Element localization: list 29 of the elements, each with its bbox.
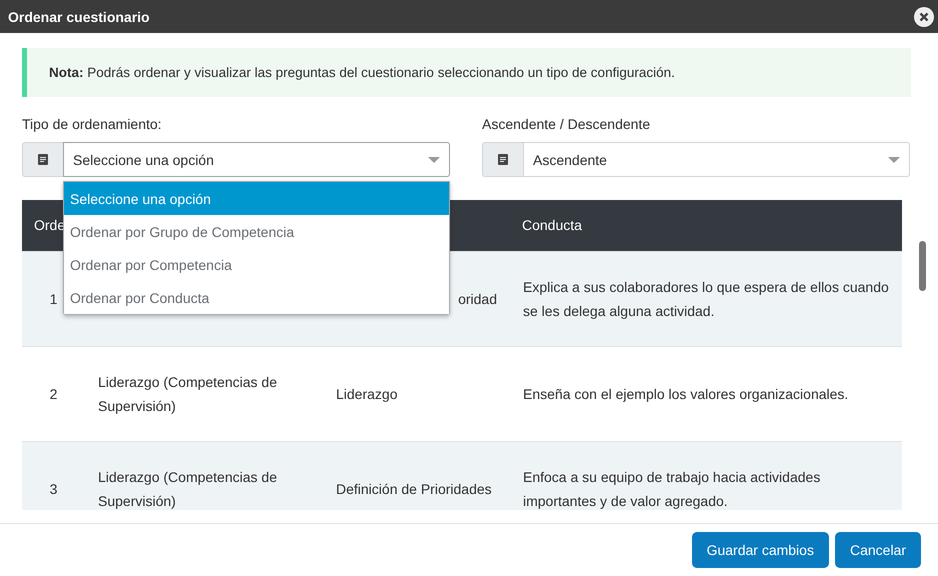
table-cell: Liderazgo bbox=[323, 346, 510, 441]
close-button[interactable] bbox=[914, 6, 934, 26]
dropdown-option[interactable]: Seleccione una opción bbox=[64, 182, 449, 215]
document-icon bbox=[38, 154, 48, 165]
table-cell: Liderazgo (Competencias de Supervisión) bbox=[85, 441, 323, 510]
table-cell: Enseña con el ejemplo los valores organizacionales. bbox=[510, 346, 902, 441]
dropdown-option[interactable]: Ordenar por Grupo de Competencia bbox=[64, 215, 449, 248]
document-icon bbox=[498, 154, 508, 165]
table-cell: Definición de Prioridades bbox=[323, 441, 510, 510]
select-field[interactable]: Seleccione una opción bbox=[63, 142, 450, 177]
scrollbar-thumb[interactable] bbox=[919, 241, 926, 291]
table-cell: Explica a sus colaboradores lo que espera de ellos cuando se les delega alguna actividad. bbox=[510, 251, 902, 346]
note-text: Nota: Podrás ordenar y visualizar las preguntas del cuestionario seleccionando un tipo de configuración. bbox=[49, 65, 675, 80]
action-button[interactable]: Guardar cambios bbox=[692, 532, 829, 568]
close-icon bbox=[919, 12, 929, 22]
table-cell: Enfoca a su equipo de trabajo hacia actividades importantes y de valor agregado. bbox=[510, 441, 902, 510]
field-label: Ascendente / Descendente bbox=[482, 116, 652, 132]
table-cell: 2 bbox=[22, 346, 85, 441]
caret-icon bbox=[428, 156, 440, 162]
table-cell: Liderazgo (Competencias de Supervisión) bbox=[85, 346, 323, 441]
action-button[interactable]: Cancelar bbox=[834, 532, 921, 568]
column-header: Conducta bbox=[510, 200, 902, 251]
dropdown-option[interactable]: Ordenar por Competencia bbox=[64, 248, 449, 281]
caret-icon bbox=[888, 156, 900, 162]
field-label: Tipo de ordenamiento: bbox=[22, 116, 163, 132]
table-cell: 3 bbox=[22, 441, 85, 510]
select-field[interactable]: Ascendente bbox=[523, 142, 910, 177]
dropdown-option[interactable]: Ordenar por Conducta bbox=[64, 281, 449, 314]
window-title: Ordenar cuestionario bbox=[8, 8, 150, 24]
